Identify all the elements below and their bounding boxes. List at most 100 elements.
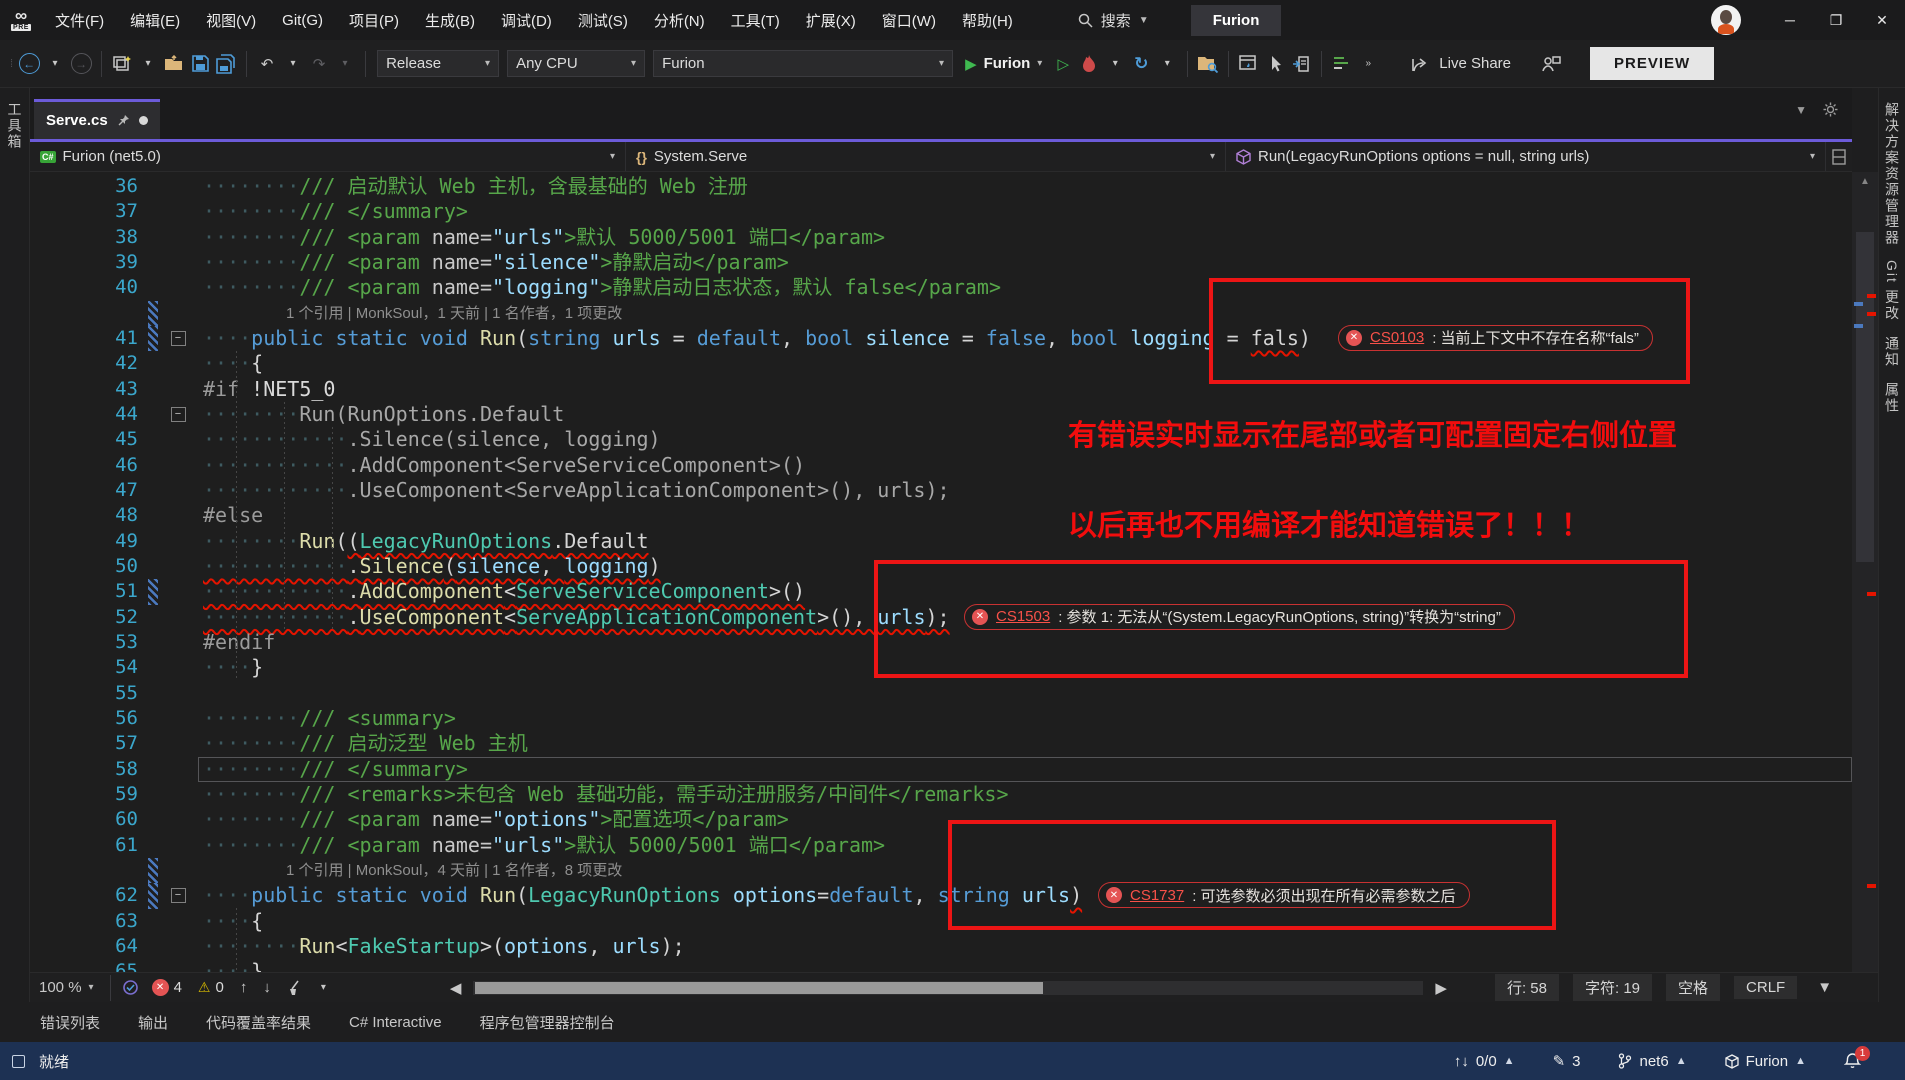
tab-serve-cs[interactable]: Serve.cs xyxy=(34,99,160,139)
code-line[interactable]: ········/// </summary> xyxy=(198,199,1852,224)
search-box[interactable]: 搜索 ▼ xyxy=(1078,10,1149,31)
navigate-forward-button[interactable]: → xyxy=(69,50,93,78)
minimize-button[interactable]: ─ xyxy=(1767,0,1813,40)
restart-dropdown[interactable]: ▾ xyxy=(1155,50,1179,78)
startup-project-select[interactable]: Furion▾ xyxy=(653,50,953,77)
fold-marker[interactable]: − xyxy=(171,407,186,422)
menu-item[interactable]: 帮助(H) xyxy=(949,0,1026,40)
maximize-button[interactable]: ❐ xyxy=(1813,0,1859,40)
member-dropdown[interactable]: Run(LegacyRunOptions options = null, str… xyxy=(1226,142,1826,171)
menu-item[interactable]: 生成(B) xyxy=(412,0,488,40)
document-health-icon[interactable] xyxy=(119,974,143,1002)
caret-column-indicator[interactable]: 字符: 19 xyxy=(1573,974,1652,1001)
horizontal-scrollbar[interactable] xyxy=(473,981,1423,995)
copy-document-icon[interactable] xyxy=(1289,50,1313,78)
preview-button[interactable]: PREVIEW xyxy=(1590,47,1714,80)
settings-gear-icon[interactable] xyxy=(1823,102,1838,117)
code-line[interactable] xyxy=(198,681,1852,706)
code-line[interactable]: ········/// 启动泛型 Web 主机 xyxy=(198,731,1852,756)
line-ending-indicator[interactable]: CRLF xyxy=(1734,976,1797,999)
code-line[interactable]: #else xyxy=(198,503,1852,528)
platform-select[interactable]: Any CPU▾ xyxy=(507,50,645,77)
code-line[interactable]: ········Run<FakeStartup>(options, urls); xyxy=(198,934,1852,959)
code-line[interactable]: ········/// <param name="urls">默认 5000/5… xyxy=(198,225,1852,250)
spaces-indicator[interactable]: 空格 xyxy=(1666,974,1720,1001)
panel-tab[interactable]: 程序包管理器控制台 xyxy=(480,1012,615,1033)
navigate-back-button[interactable]: ← xyxy=(17,50,41,78)
menu-item[interactable]: 工具(T) xyxy=(718,0,793,40)
code-line[interactable]: ············.UseComponent<ServeApplicati… xyxy=(198,478,1852,503)
code-line[interactable]: ········/// <param name="silence">静默启动</… xyxy=(198,250,1852,275)
change-mark[interactable] xyxy=(1854,324,1863,328)
scroll-up-icon[interactable]: ▲ xyxy=(1852,172,1878,187)
panel-tab[interactable]: 输出 xyxy=(138,1012,168,1033)
git-sync-button[interactable]: ↑↓ 0/0 ▲ xyxy=(1454,1053,1515,1070)
live-share-button[interactable]: Live Share xyxy=(1411,55,1511,73)
panel-tab[interactable]: C# Interactive xyxy=(349,1014,442,1031)
next-issue-icon[interactable]: ↓ xyxy=(255,979,279,996)
warning-count-button[interactable]: ⚠ 0 xyxy=(190,979,232,996)
scroll-left-icon[interactable]: ◀ xyxy=(442,979,470,997)
code-line[interactable]: ········/// <summary> xyxy=(198,706,1852,731)
new-project-dropdown[interactable]: ▾ xyxy=(136,50,160,78)
repository-button[interactable]: Furion ▲ xyxy=(1725,1053,1806,1070)
split-editor-icon[interactable] xyxy=(1826,142,1852,171)
undo-dropdown[interactable]: ▾ xyxy=(281,50,305,78)
new-project-icon[interactable] xyxy=(110,50,134,78)
undo-icon[interactable]: ↶ xyxy=(255,50,279,78)
menu-item[interactable]: 调试(D) xyxy=(488,0,565,40)
code-line[interactable]: ········Run((LegacyRunOptions.Default xyxy=(198,529,1852,554)
code-line[interactable]: ········/// 启动默认 Web 主机，含最基础的 Web 注册 xyxy=(198,174,1852,199)
tab-list-chevron-icon[interactable]: ▼ xyxy=(1795,103,1807,117)
configuration-select[interactable]: Release▾ xyxy=(377,50,499,77)
horizontal-scroll-thumb[interactable] xyxy=(475,982,1043,994)
code-cleanup-dropdown[interactable]: ▾ xyxy=(313,982,334,993)
code-line[interactable]: ········/// </summary> xyxy=(198,757,1852,782)
send-feedback-icon[interactable] xyxy=(1539,50,1563,78)
zoom-select[interactable]: 100 %▾ xyxy=(30,979,103,996)
toolbar-overflow[interactable]: » xyxy=(1356,50,1380,78)
project-dropdown[interactable]: C# Furion (net5.0) ▾ xyxy=(30,142,626,171)
menu-item[interactable]: Git(G) xyxy=(269,0,336,40)
toolbox-tab[interactable]: 工具箱 xyxy=(5,102,25,150)
code-line[interactable]: ········/// <remarks>未包含 Web 基础功能，需手动注册服… xyxy=(198,782,1852,807)
solution-window-icon[interactable] xyxy=(1237,50,1261,78)
start-debugging-button[interactable]: ▶ Furion ▾ xyxy=(957,49,1050,79)
save-all-icon[interactable] xyxy=(214,50,238,78)
save-icon[interactable] xyxy=(188,50,212,78)
menu-item[interactable]: 视图(V) xyxy=(193,0,269,40)
menu-item[interactable]: 窗口(W) xyxy=(869,0,949,40)
start-without-debugging-icon[interactable]: ▷ xyxy=(1051,50,1075,78)
pending-changes-button[interactable]: ✎ 3 xyxy=(1553,1052,1581,1070)
vertical-scroll-thumb[interactable] xyxy=(1856,232,1874,562)
menu-item[interactable]: 测试(S) xyxy=(565,0,641,40)
code-cleanup-icon[interactable] xyxy=(279,980,313,996)
fold-marker[interactable]: − xyxy=(171,331,186,346)
user-avatar[interactable] xyxy=(1711,5,1741,35)
menu-item[interactable]: 扩展(X) xyxy=(793,0,869,40)
git-branch-button[interactable]: net6 ▲ xyxy=(1618,1053,1686,1070)
scroll-down-icon[interactable]: ▼ xyxy=(1809,979,1840,996)
solution-context-badge[interactable]: Furion xyxy=(1191,5,1282,36)
change-mark[interactable] xyxy=(1854,302,1863,306)
task-list-icon[interactable] xyxy=(1330,50,1354,78)
side-panel-tab[interactable]: 通知 xyxy=(1882,336,1902,368)
background-tasks-icon[interactable] xyxy=(12,1055,25,1068)
pin-icon[interactable] xyxy=(117,114,130,127)
navigate-back-dropdown[interactable]: ▾ xyxy=(43,50,67,78)
side-panel-tab[interactable]: 属性 xyxy=(1882,382,1902,414)
redo-icon[interactable]: ↷ xyxy=(307,50,331,78)
find-in-files-icon[interactable] xyxy=(1196,50,1220,78)
menu-item[interactable]: 文件(F) xyxy=(42,0,117,40)
open-folder-icon[interactable] xyxy=(162,50,186,78)
type-dropdown[interactable]: {} System.Serve ▾ xyxy=(626,142,1226,171)
error-count-button[interactable]: ✕ 4 xyxy=(144,979,190,996)
menu-item[interactable]: 项目(P) xyxy=(336,0,412,40)
previous-issue-icon[interactable]: ↑ xyxy=(232,979,256,996)
menu-item[interactable]: 分析(N) xyxy=(641,0,718,40)
error-mark[interactable] xyxy=(1867,592,1876,596)
side-panel-tab[interactable]: Git 更改 xyxy=(1882,260,1902,322)
cursor-select-icon[interactable] xyxy=(1263,50,1287,78)
hot-reload-dropdown[interactable]: ▾ xyxy=(1103,50,1127,78)
panel-tab[interactable]: 错误列表 xyxy=(40,1012,100,1033)
